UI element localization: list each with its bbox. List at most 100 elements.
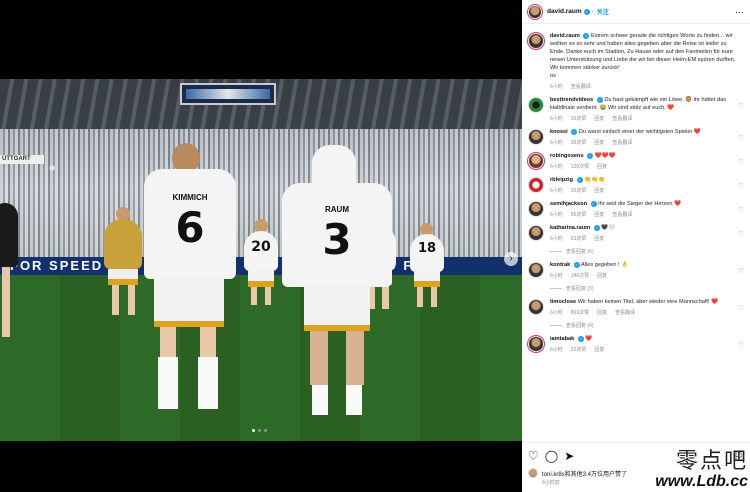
avatar[interactable]	[528, 336, 544, 352]
chevron-right-icon[interactable]: ›	[504, 252, 518, 266]
reply-button[interactable]: 回复	[597, 272, 607, 279]
send-icon[interactable]: ➤	[564, 449, 574, 463]
more-options-icon[interactable]: ···	[735, 7, 744, 17]
heart-icon[interactable]: ♡	[738, 341, 744, 349]
watermark-text: 零点吧	[675, 449, 748, 474]
comment-likes[interactable]: 863次赞	[571, 309, 589, 316]
comment-text: Ihr seid die Sieger der Herzen	[598, 201, 673, 207]
heart-icon[interactable]: ♡	[738, 267, 744, 275]
verified-icon: ✓	[590, 200, 597, 207]
avatar[interactable]	[528, 4, 542, 19]
comment: kontrak ✓ Alles gegeben ! 👌 6小时 146次赞 回复 查…	[522, 255, 750, 292]
translate-link[interactable]: 查看翻译	[612, 115, 632, 122]
watermark: 零点吧 www.Ldb.cc	[655, 450, 748, 490]
comment-icon[interactable]: ◯	[545, 449, 558, 463]
translate-link[interactable]: 查看翻译	[612, 139, 632, 146]
view-replies-button[interactable]: 查看回复 (6)	[550, 248, 740, 255]
avatar[interactable]	[528, 97, 544, 113]
caption-username[interactable]: david.raum	[550, 33, 580, 39]
comment-username[interactable]: besttrendvideos	[550, 97, 593, 103]
comment-emoji: ❤️	[585, 336, 593, 342]
comment-emoji: ❤️	[674, 201, 681, 207]
comment-username[interactable]: robingosens	[550, 153, 584, 159]
comment-username[interactable]: semihjackson	[550, 201, 587, 207]
comment: robingosens ✓ ❤️❤️❤️ 6小时 120次赞 回复 ♡	[522, 146, 750, 170]
avatar[interactable]	[528, 177, 544, 193]
translate-link[interactable]: 查看翻译	[615, 309, 635, 316]
avatar[interactable]	[528, 201, 544, 217]
comment-likes[interactable]: 63次赞	[571, 235, 587, 242]
verified-icon: ✓	[596, 96, 603, 103]
verified-icon: ✓	[576, 176, 583, 183]
comment-likes[interactable]: 120次赞	[571, 163, 589, 170]
heart-icon[interactable]: ♡	[738, 182, 744, 190]
comment: besttrendvideos ✓ Du hast gekämpft wie e…	[522, 90, 750, 122]
reply-button[interactable]: 回复	[594, 346, 604, 353]
avatar[interactable]	[528, 299, 544, 315]
watermark-url: www.Ldb.cc	[655, 473, 748, 490]
player-raum-name: RAUM	[325, 205, 349, 214]
comment-likes[interactable]: 146次赞	[571, 272, 589, 279]
reply-button[interactable]: 回复	[597, 309, 607, 316]
caption-tag: os	[550, 73, 556, 79]
avatar[interactable]	[528, 468, 538, 478]
verified-icon: ✓	[583, 32, 590, 39]
player-18: 18	[410, 223, 444, 321]
comment-time: 6小时	[550, 236, 563, 242]
heart-icon[interactable]: ♡	[738, 102, 744, 110]
reply-button[interactable]: 回复	[594, 235, 604, 242]
comment-username[interactable]: knossi	[550, 129, 568, 135]
heart-icon[interactable]: ♡	[738, 134, 744, 142]
carousel-dot[interactable]	[264, 429, 267, 432]
comment-username[interactable]: kontrak	[550, 262, 570, 268]
player-20: 20	[244, 219, 278, 319]
reply-button[interactable]: 回复	[594, 139, 604, 146]
translate-link[interactable]: 查看翻译	[571, 83, 591, 90]
reply-button[interactable]: 回复	[594, 211, 604, 218]
avatar[interactable]	[528, 33, 544, 49]
comment-emoji: 👏👏👏	[584, 177, 606, 183]
post-username[interactable]: david.raum	[547, 8, 582, 15]
heart-icon[interactable]: ♡	[738, 206, 744, 214]
heart-icon[interactable]: ♡	[738, 230, 744, 238]
view-replies-button[interactable]: 查看回复 (3)	[550, 285, 740, 292]
reply-button[interactable]: 回复	[594, 115, 604, 122]
player-kimmich-name: KIMMICH	[172, 193, 208, 202]
comment-time: 6小时	[550, 347, 563, 353]
comment-username[interactable]: rbleipzig	[550, 177, 573, 183]
comment-emoji: 🖤🤍	[601, 225, 616, 231]
post-media[interactable]: UTTGART FOR SPEED NITED FOR 20 18 5	[0, 0, 522, 492]
view-replies-button[interactable]: 查看回复 (4)	[550, 322, 740, 329]
heart-icon[interactable]: ♡	[738, 304, 744, 312]
post-header: david.raum ✓ · 关注 ···	[522, 0, 750, 24]
comment: timoclose Wir haben keinen Titel, aber w…	[522, 292, 750, 329]
avatar[interactable]	[528, 129, 544, 145]
carousel-dot[interactable]	[258, 429, 261, 432]
translate-link[interactable]: 查看翻译	[612, 211, 632, 218]
comment-username[interactable]: timoclose	[550, 299, 576, 305]
comment-likes[interactable]: 39次赞	[571, 139, 587, 146]
liked-by-text[interactable]: toni.kr8s和其他3.4万位用户赞了	[542, 469, 627, 478]
comment-likes[interactable]: 22次赞	[571, 346, 587, 353]
comments-list[interactable]: david.raum ✓ Extrem schwer gerade die ri…	[522, 24, 750, 442]
reply-button[interactable]: 回复	[594, 187, 604, 194]
heart-icon[interactable]: ♡	[528, 449, 539, 463]
comment-time: 6小时	[550, 310, 563, 316]
comment-likes[interactable]: 56次赞	[571, 211, 587, 218]
comment-username[interactable]: iamtabak	[550, 336, 574, 342]
avatar[interactable]	[528, 225, 544, 241]
comment-likes[interactable]: 26次赞	[571, 187, 587, 194]
verified-icon: ✓	[587, 152, 594, 159]
carousel-dot[interactable]	[252, 429, 255, 432]
avatar[interactable]	[528, 153, 544, 169]
player-kimmich-number: 6	[175, 203, 205, 252]
player-raum-number: 3	[322, 215, 352, 264]
player-left-edge	[0, 203, 20, 353]
avatar[interactable]	[528, 262, 544, 278]
comment-username[interactable]: katharina.raum	[550, 225, 590, 231]
heart-icon[interactable]: ♡	[738, 158, 744, 166]
follow-button[interactable]: 关注	[597, 7, 609, 16]
comment: knossi ✓ Du warst einfach einer der wich…	[522, 122, 750, 146]
reply-button[interactable]: 回复	[597, 163, 607, 170]
comment-likes[interactable]: 16次赞	[571, 115, 587, 122]
